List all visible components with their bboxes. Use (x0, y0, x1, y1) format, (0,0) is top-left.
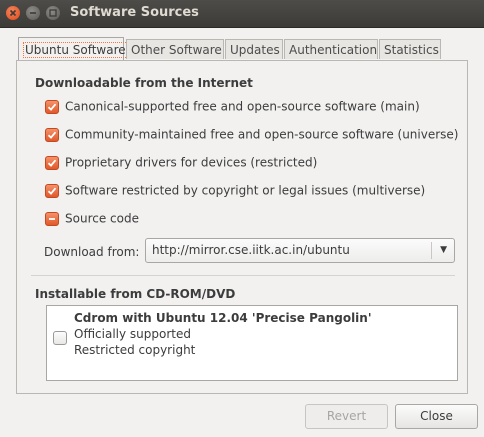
tab-ubuntu-software[interactable]: Ubuntu Software (18, 37, 128, 61)
download-server-value: http://mirror.cse.iitk.ac.in/ubuntu (152, 243, 350, 257)
tab-authentication[interactable]: Authentication (284, 39, 378, 59)
source-code-checkbox[interactable]: Source code (45, 210, 139, 226)
tab-updates[interactable]: Updates (225, 39, 283, 59)
window-title: Software Sources (70, 5, 199, 20)
combo-separator (431, 242, 432, 259)
source-main-checkbox[interactable]: Canonical-supported free and open-source… (45, 98, 420, 114)
cdrom-heading: Installable from CD-ROM/DVD (35, 287, 236, 301)
checkbox-checked-icon (45, 127, 59, 142)
checkbox-indeterminate-icon (45, 211, 59, 226)
cdrom-support-line: Officially supported (74, 327, 191, 341)
checkbox-checked-icon (45, 99, 59, 114)
source-universe-checkbox[interactable]: Community-maintained free and open-sourc… (45, 126, 458, 142)
close-icon[interactable] (6, 6, 20, 20)
revert-button[interactable]: Revert (305, 404, 388, 429)
download-from-label: Download from: (44, 245, 140, 259)
cdrom-title: Cdrom with Ubuntu 12.04 'Precise Pangoli… (74, 311, 372, 325)
checkbox-checked-icon (45, 183, 59, 198)
minimize-icon[interactable] (26, 6, 40, 20)
close-button[interactable]: Close (395, 404, 478, 429)
source-restricted-checkbox[interactable]: Proprietary drivers for devices (restric… (45, 154, 317, 170)
section-divider (31, 275, 455, 276)
cdrom-list: Cdrom with Ubuntu 12.04 'Precise Pangoli… (46, 305, 458, 381)
cdrom-copyright-line: Restricted copyright (74, 343, 196, 357)
dropdown-arrow-icon: ▼ (440, 245, 447, 255)
download-server-select[interactable]: http://mirror.cse.iitk.ac.in/ubuntu ▼ (145, 238, 455, 263)
cdrom-checkbox[interactable] (53, 331, 67, 345)
maximize-icon[interactable] (46, 6, 60, 20)
checkbox-checked-icon (45, 155, 59, 170)
tab-other-software[interactable]: Other Software (126, 39, 224, 59)
source-multiverse-checkbox[interactable]: Software restricted by copyright or lega… (45, 182, 425, 198)
tab-statistics[interactable]: Statistics (379, 39, 441, 59)
tab-panel: Downloadable from the Internet Canonical… (16, 60, 468, 394)
internet-heading: Downloadable from the Internet (35, 76, 253, 90)
title-bar: Software Sources (0, 0, 484, 28)
